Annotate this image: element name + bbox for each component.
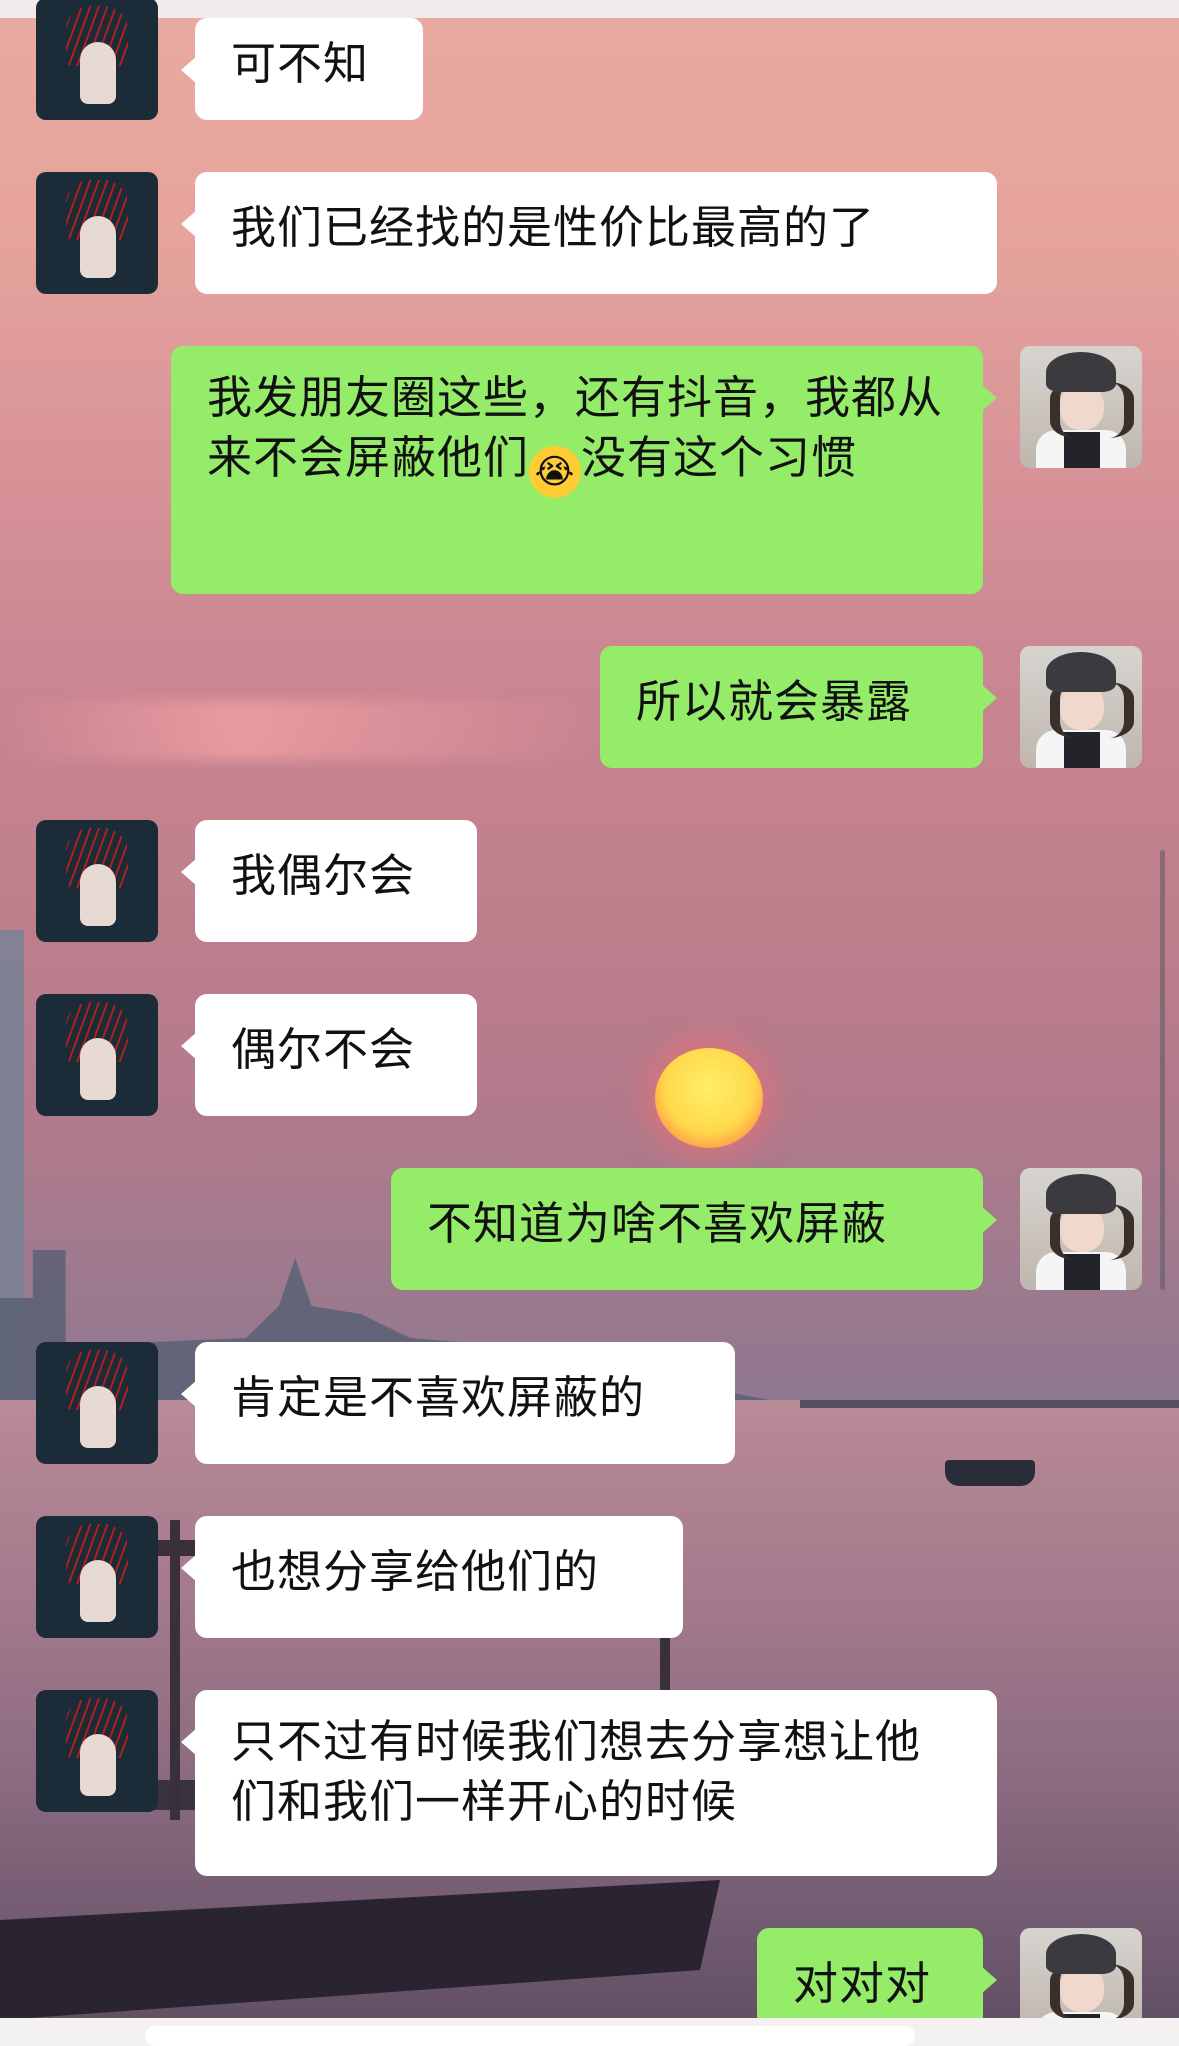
avatar-figure-hat: [1046, 352, 1116, 392]
message-text: 只不过有时候我们想去分享想让他们和我们一样开心的时候: [231, 1715, 922, 1828]
contact-avatar[interactable]: [36, 1690, 158, 1812]
message-text: 我们已经找的是性价比最高的了: [231, 201, 876, 254]
message-bubble-incoming[interactable]: 我们已经找的是性价比最高的了: [181, 172, 997, 294]
top-status-strip: [0, 0, 1179, 18]
message-bubble-outgoing[interactable]: 不知道为啥不喜欢屏蔽: [391, 1168, 997, 1290]
message-text: 对对对: [793, 1957, 932, 2010]
background-sun: [655, 1048, 763, 1148]
self-avatar[interactable]: [1020, 646, 1142, 768]
background-pier: [800, 1400, 1179, 1408]
scrollbar[interactable]: [1160, 850, 1165, 1290]
message-bubble-incoming[interactable]: 偶尔不会: [181, 994, 477, 1116]
background-cloud: [0, 700, 600, 760]
message-bubble-incoming[interactable]: 也想分享给他们的: [181, 1516, 683, 1638]
avatar-figure-hat: [1046, 652, 1116, 692]
message-bubble-outgoing[interactable]: 对对对: [757, 1928, 997, 2028]
contact-avatar[interactable]: [36, 820, 158, 942]
message-bubble-incoming[interactable]: 只不过有时候我们想去分享想让他们和我们一样开心的时候: [181, 1690, 997, 1876]
contact-avatar[interactable]: [36, 1516, 158, 1638]
message-text: 我偶尔会: [231, 849, 416, 902]
message-bubble-outgoing[interactable]: 所以就会暴露: [600, 646, 997, 768]
contact-avatar[interactable]: [36, 172, 158, 294]
message-text: 可不知: [231, 37, 370, 90]
self-avatar[interactable]: [1020, 346, 1142, 468]
input-bar-edge: [0, 2018, 1179, 2046]
message-text: 不知道为啥不喜欢屏蔽: [427, 1197, 888, 1250]
avatar-figure-hat: [1046, 1934, 1116, 1974]
message-bubble-outgoing[interactable]: 我发朋友圈这些，还有抖音，我都从来不会屏蔽他们 😭 没有这个习惯: [171, 346, 997, 594]
message-bubble-incoming[interactable]: 我偶尔会: [181, 820, 477, 942]
message-text: 偶尔不会: [231, 1023, 416, 1076]
message-text: 也想分享给他们的: [231, 1545, 600, 1598]
message-bubble-incoming[interactable]: 肯定是不喜欢屏蔽的: [181, 1342, 735, 1464]
contact-avatar[interactable]: [36, 0, 158, 120]
background-boat: [945, 1460, 1035, 1486]
self-avatar[interactable]: [1020, 1928, 1142, 2028]
self-avatar[interactable]: [1020, 1168, 1142, 1290]
message-text: 肯定是不喜欢屏蔽的: [231, 1371, 646, 1424]
crying-laughing-emoji-icon: 😭: [529, 446, 582, 498]
avatar-figure-hat: [1046, 1174, 1116, 1214]
message-bubble-incoming[interactable]: 可不知: [181, 18, 423, 120]
message-text: 所以就会暴露: [636, 675, 913, 728]
message-text: 没有这个习惯: [581, 431, 858, 484]
contact-avatar[interactable]: [36, 994, 158, 1116]
message-input-field[interactable]: [145, 2026, 915, 2046]
contact-avatar[interactable]: [36, 1342, 158, 1464]
